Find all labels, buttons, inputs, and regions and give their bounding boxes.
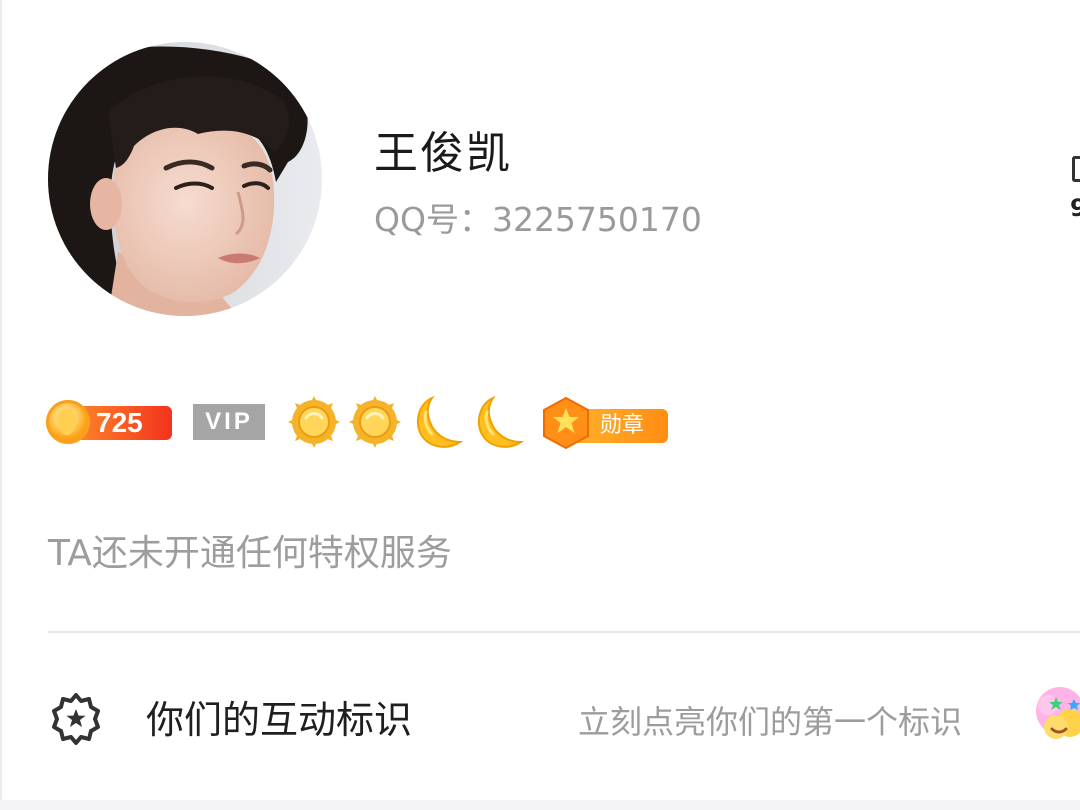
interaction-hint: 立刻点亮你们的第一个标识	[578, 703, 963, 741]
sticker-icon	[1036, 687, 1080, 739]
gear-star-icon	[52, 693, 100, 745]
avatar[interactable]	[48, 42, 322, 316]
interaction-title: 你们的互动标识	[146, 698, 413, 742]
badge-row: 725 VIP 勋章	[46, 394, 686, 454]
interaction-marks-row[interactable]: 你们的互动标识 立刻点亮你们的第一个标识	[0, 633, 1080, 800]
medal-badge[interactable]: 勋章	[542, 396, 672, 450]
medal-label: 勋章	[600, 413, 645, 438]
sun-icon	[347, 394, 403, 450]
sun-icon	[286, 394, 342, 450]
phone-icon[interactable]	[1072, 156, 1080, 182]
bottom-strip	[0, 800, 1080, 810]
avatar-image	[48, 42, 322, 316]
level-badge[interactable]: 725	[46, 400, 172, 444]
vip-badge[interactable]: VIP	[193, 404, 265, 440]
nickname: 王俊凯	[374, 128, 512, 179]
profile-card: 王俊凯 QQ号：3225750170 9 725 VIP 勋章 TA还未开通任何…	[0, 0, 1080, 800]
level-value: 725	[96, 407, 143, 438]
moon-icon	[469, 394, 525, 450]
privilege-status: TA还未开通任何特权服务	[48, 533, 452, 574]
qq-number[interactable]: QQ号：3225750170	[374, 198, 702, 242]
edge-count: 9	[1070, 194, 1080, 222]
moon-icon	[408, 394, 464, 450]
star-medal-icon	[543, 396, 589, 450]
coin-icon	[46, 400, 90, 444]
